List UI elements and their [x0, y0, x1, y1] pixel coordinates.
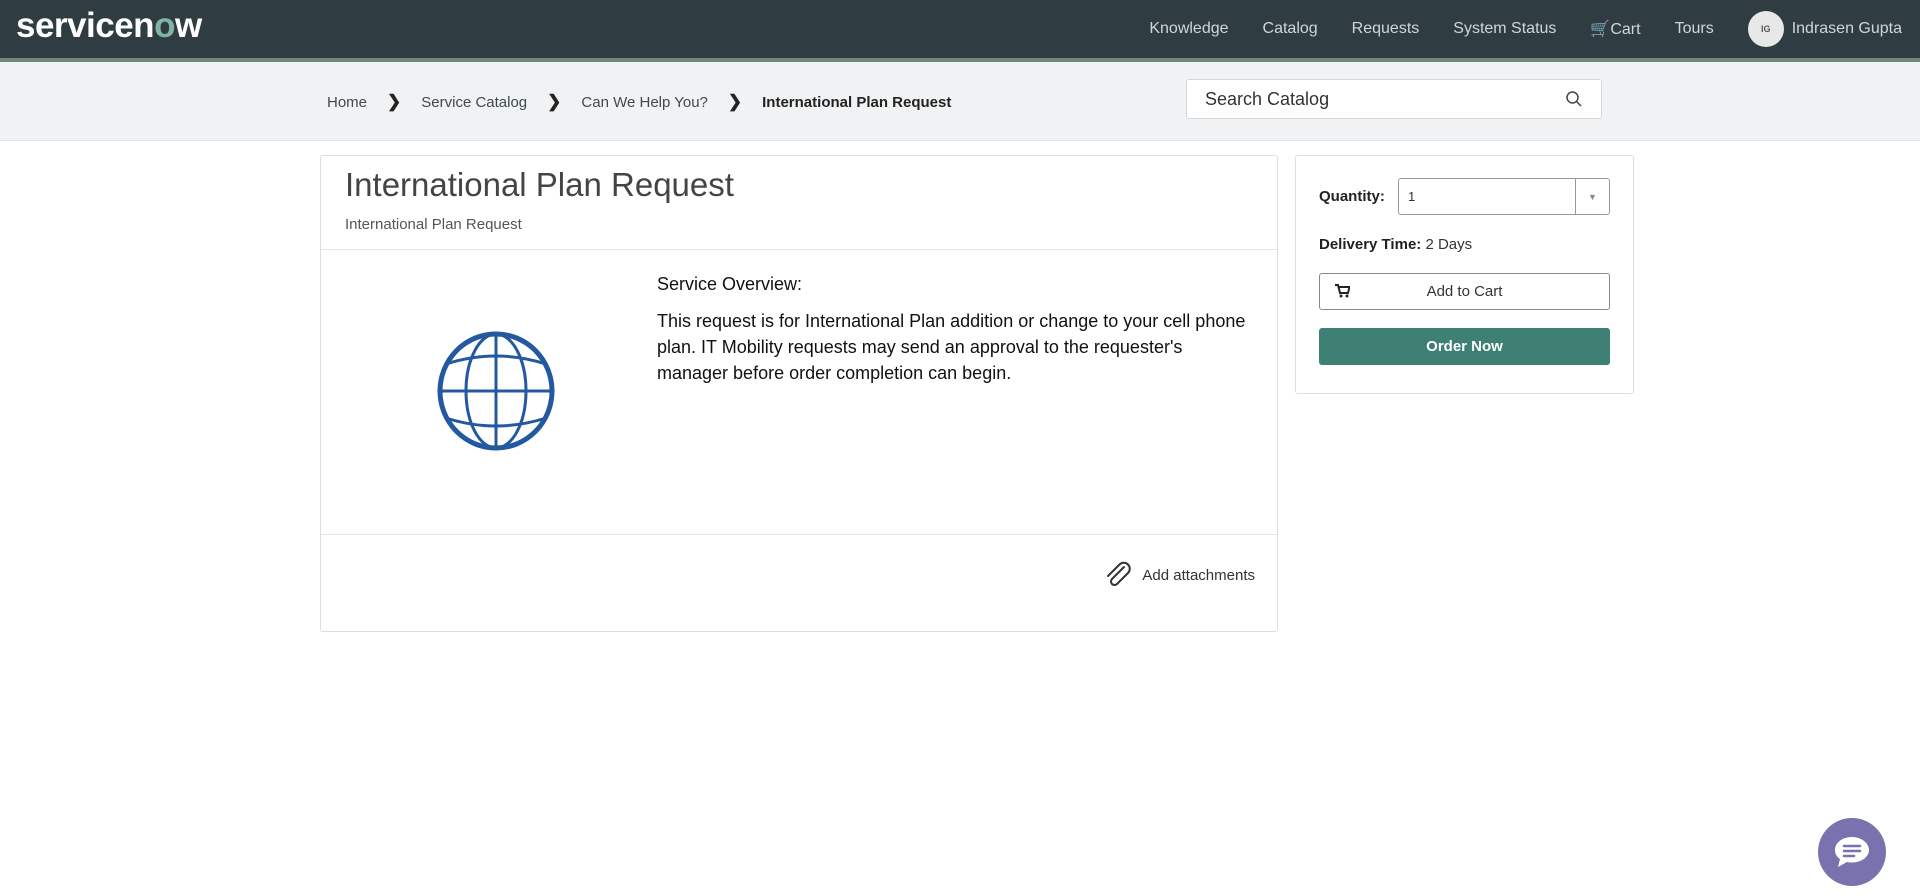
- nav-tours[interactable]: Tours: [1675, 20, 1714, 38]
- quantity-value: 1: [1408, 189, 1416, 204]
- top-header: servicenow Knowledge Catalog Requests Sy…: [0, 0, 1920, 58]
- chevron-right-icon: ❯: [727, 92, 743, 111]
- add-attachments-label: Add attachments: [1142, 566, 1255, 584]
- quantity-select[interactable]: 1 ▼: [1398, 178, 1610, 215]
- breadcrumb-can-we-help[interactable]: Can We Help You?: [581, 94, 707, 111]
- nav-system-status[interactable]: System Status: [1453, 20, 1556, 38]
- add-attachments-button[interactable]: Add attachments: [1104, 561, 1255, 589]
- paperclip-icon: [1107, 561, 1132, 587]
- cart-icon: 🛒: [1590, 21, 1611, 38]
- chat-button[interactable]: [1818, 818, 1886, 886]
- chevron-right-icon: ❯: [387, 92, 402, 111]
- item-subtitle: International Plan Request: [345, 216, 522, 233]
- order-panel: Quantity: 1 ▼ Delivery Time: 2 Days Add …: [1295, 155, 1634, 394]
- divider: [321, 249, 1277, 250]
- search-input[interactable]: Search Catalog: [1186, 79, 1602, 119]
- user-name: Indrasen Gupta: [1791, 20, 1902, 37]
- quantity-label: Quantity:: [1319, 188, 1385, 205]
- item-card: International Plan Request International…: [320, 155, 1278, 632]
- breadcrumb-home[interactable]: Home: [327, 94, 367, 111]
- search-icon[interactable]: [1565, 90, 1583, 108]
- add-to-cart-label: Add to Cart: [1426, 283, 1503, 300]
- delivery-label: Delivery Time:: [1319, 236, 1422, 253]
- delivery-value: 2 Days: [1425, 236, 1473, 253]
- add-to-cart-button[interactable]: Add to Cart: [1319, 273, 1610, 310]
- user-menu[interactable]: IG Indrasen Gupta: [1747, 11, 1902, 47]
- globe-icon: [437, 331, 555, 451]
- breadcrumb-bar: Home ❯ Service Catalog ❯ Can We Help You…: [0, 62, 1920, 141]
- cart-icon: [1335, 284, 1350, 298]
- nav-knowledge[interactable]: Knowledge: [1149, 20, 1228, 38]
- breadcrumb: Home ❯ Service Catalog ❯ Can We Help You…: [327, 92, 951, 112]
- servicenow-logo[interactable]: servicenow: [16, 6, 202, 46]
- breadcrumb-current: International Plan Request: [762, 93, 952, 111]
- top-nav: Knowledge Catalog Requests System Status…: [1149, 0, 1902, 58]
- overview-heading: Service Overview:: [657, 274, 803, 294]
- nav-catalog[interactable]: Catalog: [1263, 20, 1318, 38]
- page-title: International Plan Request: [345, 166, 734, 203]
- divider: [321, 534, 1277, 535]
- search-placeholder: Search Catalog: [1205, 88, 1330, 109]
- breadcrumb-service-catalog[interactable]: Service Catalog: [421, 94, 527, 111]
- nav-requests[interactable]: Requests: [1352, 20, 1420, 38]
- overview-text: This request is for International Plan a…: [657, 311, 1246, 383]
- avatar: IG: [1747, 11, 1784, 47]
- order-now-button[interactable]: Order Now: [1319, 328, 1610, 365]
- chat-icon: [1835, 837, 1869, 867]
- chevron-down-icon: ▼: [1575, 179, 1609, 214]
- chevron-right-icon: ❯: [547, 92, 562, 111]
- delivery-time: Delivery Time: 2 Days: [1319, 236, 1472, 253]
- nav-cart[interactable]: 🛒Cart: [1590, 19, 1640, 39]
